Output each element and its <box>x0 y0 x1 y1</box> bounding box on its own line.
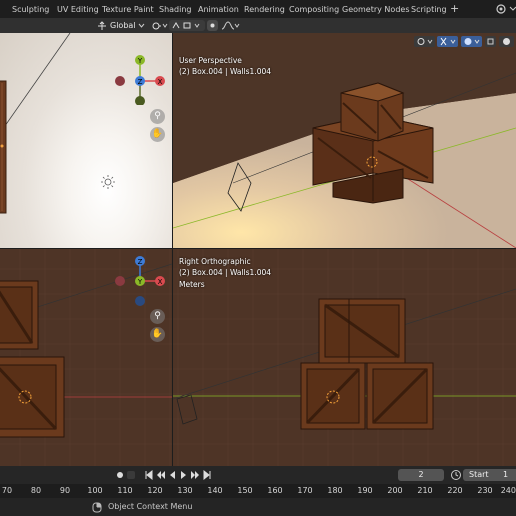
gizmo-y-label: Y <box>137 278 143 286</box>
zoom-icon[interactable]: ⚲ <box>150 309 165 324</box>
status-context-menu-hint: Object Context Menu <box>108 502 193 511</box>
add-workspace-icon[interactable]: + <box>448 2 461 17</box>
jump-start-icon[interactable] <box>145 469 153 481</box>
timeline-controls: 2 Start 1 <box>0 466 516 484</box>
falloff-curve-icon[interactable] <box>220 20 240 31</box>
gizmo-z-label: Z <box>138 258 143 266</box>
viewport-right-orthographic[interactable]: Right Orthographic (2) Box.004 | Walls1.… <box>173 249 516 466</box>
snapping-toggle[interactable] <box>169 20 205 31</box>
viewport-bottom-left[interactable]: Z X Y ⚲ ✋ <box>0 249 172 466</box>
tab-geometry-nodes[interactable]: Geometry Nodes <box>340 2 411 17</box>
ruler-tick: 240 <box>500 486 516 495</box>
status-bar: Object Context Menu <box>0 498 516 516</box>
ruler-tick: 130 <box>177 486 193 495</box>
axis-gizmo-top-left[interactable]: Y X Z <box>113 53 169 105</box>
tab-texture-paint[interactable]: Texture Paint <box>100 2 156 17</box>
prev-keyframe-icon[interactable] <box>157 471 165 479</box>
ruler-tick: 70 <box>1 486 13 495</box>
transform-orientation-icon <box>98 21 106 30</box>
viewport-header-toolbar: Global <box>0 18 516 33</box>
pivot-point-icon[interactable] <box>151 21 169 31</box>
workspace-tab-bar: Sculpting UV Editing Texture Paint Shadi… <box>0 0 516 19</box>
mouse-right-click-icon <box>92 502 102 513</box>
ruler-tick: 190 <box>357 486 373 495</box>
viewport-user-perspective[interactable]: User Perspective (2) Box.004 | Walls1.00… <box>173 33 516 248</box>
ruler-tick: 90 <box>59 486 71 495</box>
frame-ruler[interactable]: 70 80 90 100 110 120 130 140 150 160 170… <box>0 484 516 498</box>
ruler-tick: 110 <box>117 486 133 495</box>
light-icon <box>101 175 115 189</box>
chevron-down-icon[interactable] <box>509 4 516 14</box>
start-frame-value: 1 <box>503 470 509 479</box>
ruler-tick: 100 <box>87 486 103 495</box>
record-icon[interactable] <box>117 472 123 478</box>
ruler-tick: 150 <box>237 486 253 495</box>
ruler-tick: 180 <box>327 486 343 495</box>
clock-icon <box>451 470 461 480</box>
start-frame-label: Start <box>469 470 489 479</box>
ruler-tick: 200 <box>387 486 403 495</box>
zoom-icon[interactable]: ⚲ <box>150 109 165 124</box>
gizmo-x-label: X <box>158 78 163 86</box>
current-frame-field[interactable]: 2 <box>398 469 444 481</box>
ruler-tick: 210 <box>417 486 433 495</box>
play-reverse-icon[interactable] <box>170 471 175 479</box>
viewport-object-info: (2) Box.004 | Walls1.004 <box>179 268 272 277</box>
next-keyframe-icon[interactable] <box>191 471 199 479</box>
gizmo-x-label: X <box>158 278 163 286</box>
ruler-tick: 170 <box>297 486 313 495</box>
gizmo-z-label: Z <box>138 78 143 86</box>
ruler-tick: 140 <box>207 486 223 495</box>
viewport-title: User Perspective <box>179 56 242 65</box>
viewport-top-left[interactable]: Y X Z ⚲ ✋ <box>0 33 172 248</box>
chevron-down-icon[interactable] <box>138 23 145 29</box>
tab-scripting[interactable]: Scripting <box>409 2 449 17</box>
tab-rendering[interactable]: Rendering <box>242 2 287 17</box>
transform-orientation-dropdown[interactable]: Global <box>110 20 136 31</box>
tab-sculpting[interactable]: Sculpting <box>10 2 51 17</box>
viewport-object-info: (2) Box.004 | Walls1.004 <box>179 67 272 76</box>
ruler-tick: 230 <box>477 486 493 495</box>
ruler-tick: 80 <box>30 486 42 495</box>
viewport-header-icons <box>413 35 515 48</box>
ruler-tick: 120 <box>147 486 163 495</box>
playback-controls <box>117 469 211 481</box>
axis-gizmo-bottom-left[interactable]: Z X Y <box>113 255 169 307</box>
play-icon[interactable] <box>181 471 186 479</box>
jump-end-icon[interactable] <box>203 469 211 481</box>
tab-uv-editing[interactable]: UV Editing <box>55 2 101 17</box>
orthographic-scene <box>173 249 516 466</box>
viewport-title: Right Orthographic <box>179 257 251 266</box>
tab-compositing[interactable]: Compositing <box>287 2 341 17</box>
area-light-icon <box>176 394 198 425</box>
pan-hand-icon[interactable]: ✋ <box>150 327 165 342</box>
viewport-units: Meters <box>179 280 205 289</box>
ruler-tick: 220 <box>447 486 463 495</box>
perspective-scene <box>173 33 516 248</box>
proportional-editing-toggle[interactable] <box>207 20 218 31</box>
scene-icon[interactable] <box>495 3 507 15</box>
tab-shading[interactable]: Shading <box>157 2 194 17</box>
gizmo-y-label: Y <box>137 57 143 65</box>
pan-hand-icon[interactable]: ✋ <box>150 127 165 142</box>
ruler-tick: 160 <box>267 486 283 495</box>
tab-animation[interactable]: Animation <box>196 2 241 17</box>
start-frame-field[interactable]: Start 1 <box>463 469 516 481</box>
